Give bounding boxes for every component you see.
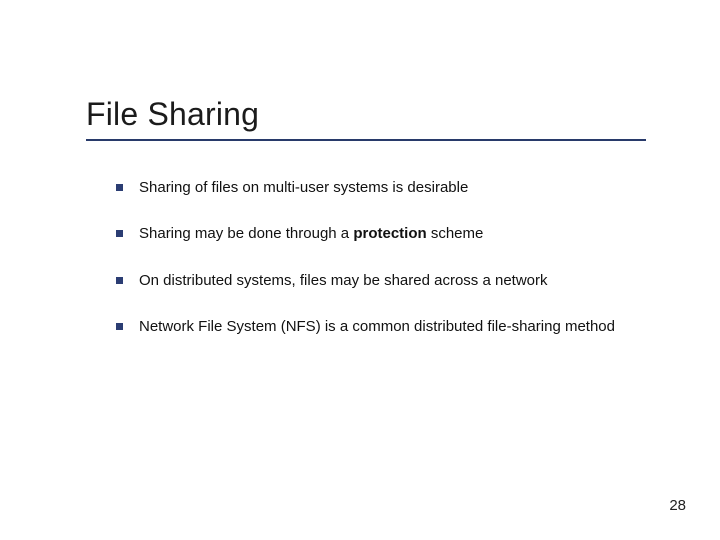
slide: File Sharing Sharing of files on multi-u… xyxy=(0,0,720,540)
page-number: 28 xyxy=(669,497,686,514)
square-bullet-icon xyxy=(116,323,123,330)
bullet-text-bold: protection xyxy=(353,225,426,242)
bullet-text-pre: Sharing may be done through a xyxy=(139,225,353,242)
title-block: File Sharing xyxy=(86,96,646,141)
list-item: On distributed systems, files may be sha… xyxy=(116,271,656,291)
list-item: Network File System (NFS) is a common di… xyxy=(116,317,656,337)
square-bullet-icon xyxy=(116,277,123,284)
bullet-text: Network File System (NFS) is a common di… xyxy=(139,317,615,337)
bullet-text-post: scheme xyxy=(427,225,484,242)
bullet-list: Sharing of files on multi-user systems i… xyxy=(116,178,656,363)
slide-title: File Sharing xyxy=(86,96,646,133)
square-bullet-icon xyxy=(116,230,123,237)
bullet-text: On distributed systems, files may be sha… xyxy=(139,271,548,291)
list-item: Sharing may be done through a protection… xyxy=(116,224,656,244)
bullet-text: Sharing may be done through a protection… xyxy=(139,224,483,244)
list-item: Sharing of files on multi-user systems i… xyxy=(116,178,656,198)
bullet-text: Sharing of files on multi-user systems i… xyxy=(139,178,468,198)
title-underline xyxy=(86,139,646,141)
square-bullet-icon xyxy=(116,184,123,191)
